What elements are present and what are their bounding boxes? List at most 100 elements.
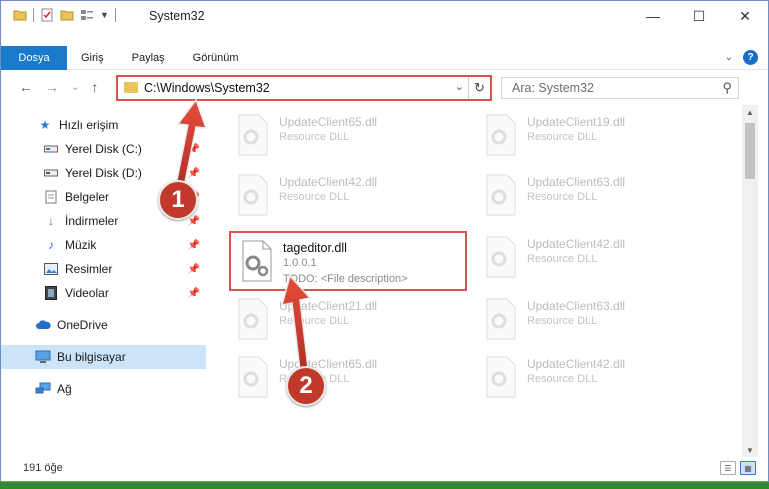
music-icon: ♪ [48,238,54,252]
file-item-tageditor[interactable]: tageditor.dll 1.0.0.1 TODO: <File descri… [229,231,467,291]
video-icon [43,286,59,300]
large-icons-view-icon[interactable]: ▦ [740,461,756,475]
file-version: 1.0.0.1 [283,257,317,269]
file-description: Resource DLL [279,315,350,327]
tab-view[interactable]: Görünüm [179,46,253,70]
recent-locations-button[interactable]: ⌄ [71,82,79,93]
callout-badge-2: 2 [286,366,326,406]
minimize-button[interactable]: — [630,1,676,31]
scroll-up-icon[interactable]: ▲ [742,105,758,119]
maximize-button[interactable]: ☐ [676,1,722,31]
file-name: tageditor.dll [283,241,347,255]
ribbon: Dosya Giriş Paylaş Görünüm ⌄ ? [1,46,768,70]
cloud-icon [35,318,51,332]
separator [33,8,34,22]
dll-file-icon [486,174,516,216]
file-item[interactable]: UpdateClient65.dll Resource DLL [227,349,457,403]
view-icon[interactable] [80,8,94,22]
scrollbar-thumb[interactable] [745,123,755,179]
file-item[interactable]: UpdateClient65.dll Resource DLL [227,107,457,161]
properties-icon[interactable] [40,8,54,22]
file-name: UpdateClient42.dll [527,237,626,251]
drive-icon [43,142,59,156]
sidebar-item-network[interactable]: Ağ [1,377,206,401]
refresh-button[interactable]: ↻ [468,77,490,99]
pin-icon[interactable]: 📌 [188,264,200,275]
sidebar-item-onedrive[interactable]: OneDrive [1,313,206,337]
dll-file-icon [242,240,272,282]
sidebar-item-disk-c[interactable]: Yerel Disk (C:) 📌 [1,137,206,161]
title-bar: ▼ System32 — ☐ ✕ [1,1,768,31]
file-name: UpdateClient63.dll [527,175,626,189]
sidebar-item-label: İndirmeler [65,214,119,228]
pin-icon[interactable]: 📌 [188,216,200,227]
search-placeholder: Ara: System32 [512,81,594,95]
file-item[interactable]: UpdateClient42.dll Resource DLL [227,167,457,221]
tab-file[interactable]: Dosya [1,46,67,70]
file-description: Resource DLL [527,253,598,265]
sidebar-item-videos[interactable]: Videolar 📌 [1,281,206,305]
pin-icon[interactable]: 📌 [188,288,200,299]
help-icon[interactable]: ? [743,50,758,65]
tab-share[interactable]: Paylaş [118,46,179,70]
sidebar-item-label: Videolar [65,286,109,300]
sidebar-item-label: Resimler [65,262,113,276]
tab-home[interactable]: Giriş [67,46,118,70]
sidebar-item-label: Yerel Disk (D:) [65,166,142,180]
file-name: UpdateClient63.dll [527,299,626,313]
callout-badge-1: 1 [158,180,198,220]
sidebar-item-label: Bu bilgisayar [57,350,126,364]
new-folder-icon[interactable] [60,8,74,22]
documents-icon [43,190,59,204]
pin-icon[interactable]: 📌 [188,168,200,179]
ribbon-tabs: Dosya Giriş Paylaş Görünüm [1,46,768,70]
sidebar-item-label: Yerel Disk (C:) [65,142,142,156]
nav-buttons: ← → ⌄ ↑ [19,79,98,95]
vertical-scrollbar[interactable]: ▲ ▼ [742,105,758,457]
view-toggles: ☰ ▦ [720,461,756,475]
pin-icon[interactable]: 📌 [188,240,200,251]
sidebar-item-label: OneDrive [57,318,108,332]
back-button[interactable]: ← [19,79,33,95]
file-name: UpdateClient19.dll [527,115,626,129]
chevron-down-icon[interactable]: ▼ [100,10,109,20]
quick-access-toolbar: ▼ [13,8,116,22]
file-item[interactable]: UpdateClient42.dll Resource DLL [475,349,705,403]
file-item[interactable]: UpdateClient63.dll Resource DLL [475,291,705,345]
pin-icon[interactable]: 📌 [188,144,200,155]
search-input[interactable]: Ara: System32 ⚲ [501,77,739,99]
navigation-bar: ← → ⌄ ↑ C:\Windows\System32 ⌄ ↻ Ara: Sys… [1,73,768,103]
expand-ribbon-icon[interactable]: ⌄ [725,52,733,63]
file-item[interactable]: UpdateClient63.dll Resource DLL [475,167,705,221]
network-icon [35,382,51,396]
chevron-down-icon[interactable]: ⌄ [455,80,464,93]
computer-icon [35,350,51,364]
sidebar-item-music[interactable]: ♪ Müzik 📌 [1,233,206,257]
folder-icon[interactable] [13,8,27,22]
forward-button[interactable]: → [45,79,59,95]
file-description: TODO: <File description> [283,273,408,285]
search-icon[interactable]: ⚲ [722,80,732,96]
sidebar-item-label: Hızlı erişim [59,118,119,132]
file-item[interactable]: UpdateClient19.dll Resource DLL [475,107,705,161]
dll-file-icon [238,298,268,340]
separator [114,8,116,22]
sidebar-item-this-pc[interactable]: Bu bilgisayar [1,345,206,369]
file-description: Resource DLL [527,373,598,385]
close-button[interactable]: ✕ [722,1,768,31]
file-name: UpdateClient65.dll [279,115,378,129]
address-text[interactable]: C:\Windows\System32 [144,81,270,95]
navigation-pane: ★ Hızlı erişim Yerel Disk (C:) 📌 Yerel D… [1,109,206,454]
address-bar[interactable]: C:\Windows\System32 ⌄ ↻ [116,75,492,101]
download-icon: ↓ [48,214,54,228]
file-description: Resource DLL [527,315,598,327]
up-button[interactable]: ↑ [91,79,98,95]
file-description: Resource DLL [527,191,598,203]
file-item[interactable]: UpdateClient42.dll Resource DLL [475,229,705,283]
details-view-icon[interactable]: ☰ [720,461,736,475]
sidebar-item-quick-access[interactable]: ★ Hızlı erişim [1,113,206,137]
sidebar-item-pictures[interactable]: Resimler 📌 [1,257,206,281]
file-description: Resource DLL [279,191,350,203]
file-item[interactable]: UpdateClient21.dll Resource DLL [227,291,457,345]
scroll-down-icon[interactable]: ▼ [742,443,758,457]
